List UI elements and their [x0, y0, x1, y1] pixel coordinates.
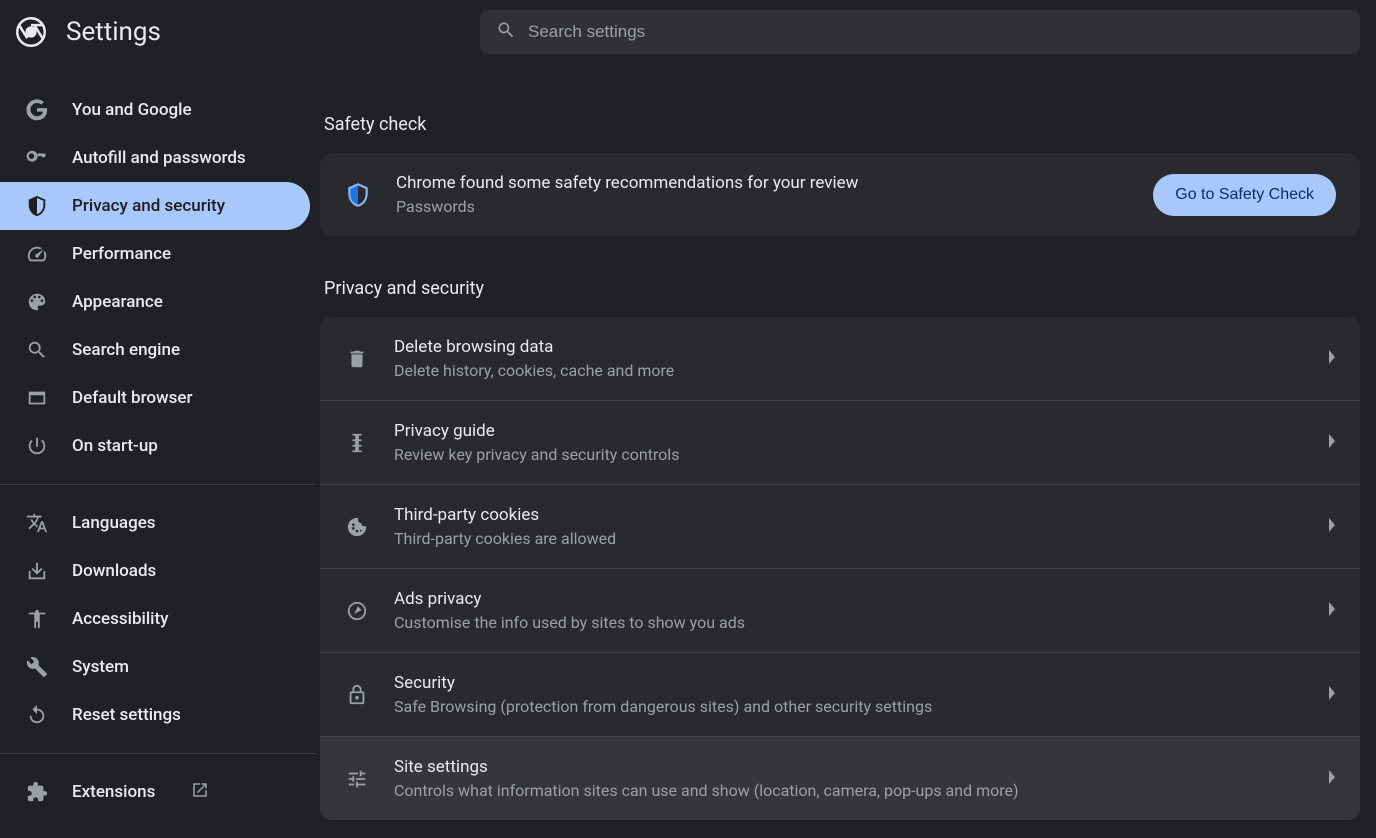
ads-icon	[344, 600, 370, 622]
palette-icon	[26, 291, 48, 313]
privacy-list: Delete browsing data Delete history, coo…	[320, 317, 1360, 820]
row-sub: Safe Browsing (protection from dangerous…	[394, 697, 1302, 716]
row-sub: Third-party cookies are allowed	[394, 529, 1302, 548]
row-sub: Review key privacy and security controls	[394, 445, 1302, 464]
sidebar-item-label: Downloads	[72, 561, 156, 581]
row-title: Site settings	[394, 757, 1302, 777]
row-ads-privacy[interactable]: Ads privacy Customise the info used by s…	[320, 568, 1360, 652]
divider	[0, 753, 315, 754]
sidebar-item-label: Appearance	[72, 292, 163, 312]
sidebar-item-extensions[interactable]: Extensions	[0, 768, 320, 816]
header-left: Settings	[16, 17, 480, 47]
row-sub: Delete history, cookies, cache and more	[394, 361, 1302, 380]
shield-icon	[344, 182, 372, 208]
guide-icon	[344, 432, 370, 454]
sidebar-item-on-startup[interactable]: On start-up	[0, 422, 320, 470]
sidebar-item-accessibility[interactable]: Accessibility	[0, 595, 320, 643]
sidebar-item-languages[interactable]: Languages	[0, 499, 320, 547]
chrome-logo-icon	[16, 17, 46, 47]
chevron-right-icon	[1326, 685, 1336, 704]
power-icon	[26, 435, 48, 457]
accessibility-icon	[26, 608, 48, 630]
sidebar-item-label: You and Google	[72, 100, 192, 120]
row-site-settings[interactable]: Site settings Controls what information …	[320, 736, 1360, 820]
sidebar-item-label: Autofill and passwords	[72, 148, 246, 168]
sidebar-item-search-engine[interactable]: Search engine	[0, 326, 320, 374]
search-input[interactable]	[528, 22, 1344, 42]
sidebar-item-label: Performance	[72, 244, 171, 264]
reset-icon	[26, 704, 48, 726]
row-security[interactable]: Security Safe Browsing (protection from …	[320, 652, 1360, 736]
header: Settings	[0, 0, 1376, 64]
search-icon	[26, 339, 48, 361]
sidebar-item-label: Privacy and security	[72, 196, 225, 216]
divider	[0, 484, 315, 485]
lock-icon	[344, 684, 370, 706]
sidebar-item-label: System	[72, 657, 129, 677]
sidebar-item-privacy[interactable]: Privacy and security	[0, 182, 310, 230]
row-title: Security	[394, 673, 1302, 693]
row-sub: Controls what information sites can use …	[394, 781, 1302, 800]
translate-icon	[26, 512, 48, 534]
google-icon	[26, 99, 48, 121]
sidebar-item-downloads[interactable]: Downloads	[0, 547, 320, 595]
chevron-right-icon	[1326, 349, 1336, 368]
safety-check-card: Chrome found some safety recommendations…	[320, 153, 1360, 236]
chevron-right-icon	[1326, 769, 1336, 788]
safety-card-sub: Passwords	[396, 197, 1129, 216]
download-icon	[26, 560, 48, 582]
launch-icon	[191, 781, 209, 803]
wrench-icon	[26, 656, 48, 678]
sidebar-item-reset[interactable]: Reset settings	[0, 691, 320, 739]
sidebar: You and Google Autofill and passwords Pr…	[0, 64, 320, 838]
sidebar-item-you-google[interactable]: You and Google	[0, 86, 320, 134]
sidebar-item-label: Search engine	[72, 340, 180, 360]
sidebar-item-autofill[interactable]: Autofill and passwords	[0, 134, 320, 182]
chevron-right-icon	[1326, 433, 1336, 452]
shield-icon	[26, 195, 48, 217]
speed-icon	[26, 243, 48, 265]
extension-icon	[26, 781, 48, 803]
cookie-icon	[344, 516, 370, 538]
row-third-party-cookies[interactable]: Third-party cookies Third-party cookies …	[320, 484, 1360, 568]
sidebar-item-system[interactable]: System	[0, 643, 320, 691]
search-bar[interactable]	[480, 10, 1360, 54]
trash-icon	[344, 348, 370, 370]
row-title: Delete browsing data	[394, 337, 1302, 357]
row-title: Ads privacy	[394, 589, 1302, 609]
chevron-right-icon	[1326, 517, 1336, 536]
safety-check-title: Safety check	[320, 114, 1360, 135]
key-icon	[26, 147, 48, 169]
sidebar-item-label: Default browser	[72, 388, 193, 408]
browser-icon	[26, 387, 48, 409]
sidebar-item-label: On start-up	[72, 436, 158, 456]
content: Safety check Chrome found some safety re…	[320, 64, 1376, 838]
sidebar-item-label: Reset settings	[72, 705, 181, 725]
sidebar-item-label: Languages	[72, 513, 156, 533]
safety-card-title: Chrome found some safety recommendations…	[396, 173, 1129, 193]
go-to-safety-check-button[interactable]: Go to Safety Check	[1153, 174, 1336, 216]
chevron-right-icon	[1326, 601, 1336, 620]
sidebar-item-appearance[interactable]: Appearance	[0, 278, 320, 326]
tune-icon	[344, 768, 370, 790]
row-title: Privacy guide	[394, 421, 1302, 441]
privacy-section-title: Privacy and security	[320, 278, 1360, 299]
row-privacy-guide[interactable]: Privacy guide Review key privacy and sec…	[320, 400, 1360, 484]
page-title: Settings	[66, 17, 161, 47]
sidebar-item-performance[interactable]: Performance	[0, 230, 320, 278]
sidebar-item-default-browser[interactable]: Default browser	[0, 374, 320, 422]
row-sub: Customise the info used by sites to show…	[394, 613, 1302, 632]
sidebar-item-label: Extensions	[72, 782, 155, 802]
search-icon	[496, 20, 516, 44]
row-delete-browsing-data[interactable]: Delete browsing data Delete history, coo…	[320, 317, 1360, 400]
sidebar-item-label: Accessibility	[72, 609, 169, 629]
row-title: Third-party cookies	[394, 505, 1302, 525]
